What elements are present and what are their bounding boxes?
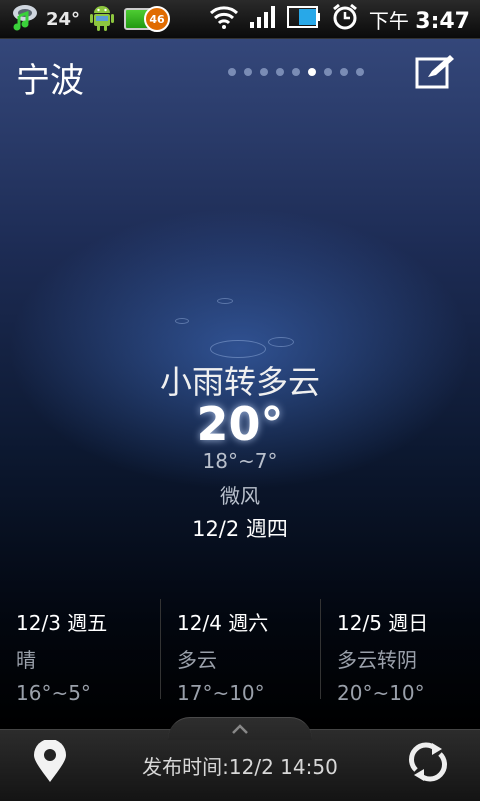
current-date: 12/2 週四 [192, 517, 288, 541]
forecast-condition: 多云转阴 [337, 648, 417, 672]
forecast-range: 16°~5° [16, 681, 91, 705]
temperature-range: 18°~7° [202, 449, 278, 473]
forecast-date: 12/5 週日 [337, 611, 429, 635]
rain-ripple [217, 298, 233, 304]
chevron-up-icon [230, 721, 250, 740]
current-temperature: 20° [196, 397, 284, 451]
edit-icon [414, 55, 456, 95]
clock-time: 3:47 [415, 8, 470, 34]
page-dot [356, 68, 364, 76]
rain-ripple [268, 337, 294, 347]
page-dot [292, 68, 300, 76]
refresh-icon [406, 742, 450, 788]
weather-panel[interactable]: 宁波 小雨转多云 20° 18°~7° 微风 12/2 週四 12/3 週五 晴… [0, 39, 480, 729]
status-clock: 下午 3:47 [369, 5, 470, 34]
rain-ripple [175, 318, 189, 324]
forecast-condition: 晴 [16, 648, 36, 672]
page-indicator [228, 68, 364, 76]
page-dot [244, 68, 252, 76]
forecast-date: 12/4 週六 [177, 611, 269, 635]
forecast-day: 12/4 週六 多云 17°~10° [160, 599, 320, 705]
clock-period: 下午 [368, 8, 409, 33]
wifi-icon [209, 4, 239, 34]
battery-icon [286, 5, 321, 33]
rain-ripple [210, 340, 266, 358]
music-weather-icon [10, 2, 40, 36]
edit-button[interactable] [414, 53, 456, 91]
forecast-condition: 多云 [177, 648, 217, 672]
page-dot [324, 68, 332, 76]
page-dot [340, 68, 348, 76]
status-bar: 24° 46 下午 3:47 [0, 0, 480, 39]
wind-description: 微风 [220, 484, 260, 508]
forecast-range: 20°~10° [337, 681, 425, 705]
forecast-list: 12/3 週五 晴 16°~5° 12/4 週六 多云 17°~10° 12/5… [0, 599, 480, 705]
status-temperature: 24° [46, 8, 81, 30]
forecast-date: 12/3 週五 [16, 611, 108, 635]
alarm-icon [331, 3, 359, 35]
battery-badge-icon: 46 [124, 6, 171, 32]
page-dot-active [308, 68, 316, 76]
expand-handle[interactable] [168, 717, 312, 740]
refresh-button[interactable] [406, 740, 450, 784]
city-name: 宁波 [16, 61, 84, 101]
forecast-range: 17°~10° [177, 681, 265, 705]
signal-icon [249, 5, 277, 33]
forecast-day: 12/3 週五 晴 16°~5° [0, 599, 160, 705]
forecast-day: 12/5 週日 多云转阴 20°~10° [320, 599, 480, 705]
battery-level-badge: 46 [144, 6, 171, 32]
page-dot [228, 68, 236, 76]
page-dot [276, 68, 284, 76]
system-icons: 下午 3:47 [209, 3, 470, 35]
android-icon [86, 1, 118, 37]
page-dot [260, 68, 268, 76]
notification-icons: 24° 46 [10, 1, 171, 37]
